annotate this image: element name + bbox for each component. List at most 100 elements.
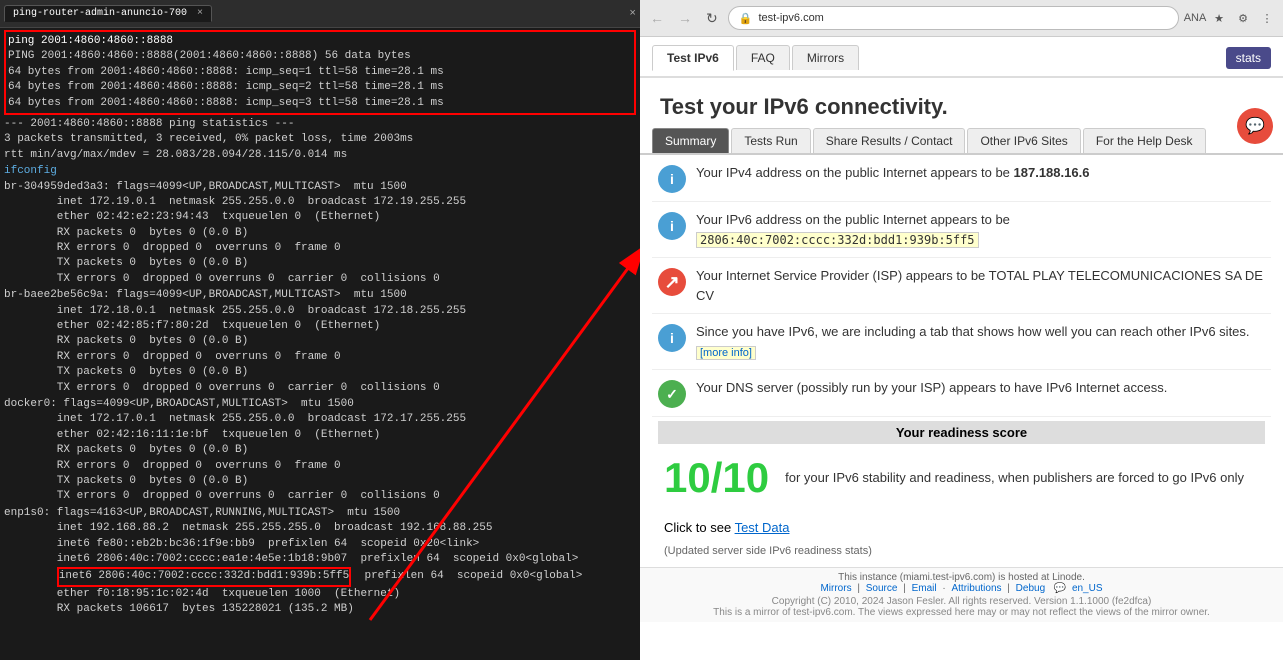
chat-icon[interactable]: 💬 [1237,108,1273,144]
terminal-line: 64 bytes from 2001:4860:4860::8888: icmp… [8,80,632,95]
browser-chrome: ← → ↻ 🔒 test-ipv6.com ANA ★ ⚙ ⋮ [640,0,1283,37]
browser-panel: ← → ↻ 🔒 test-ipv6.com ANA ★ ⚙ ⋮ Test IPv… [640,0,1283,660]
site-header: Test IPv6 FAQ Mirrors stats [640,37,1283,78]
tab-test-ipv6[interactable]: Test IPv6 [652,45,734,71]
terminal-tab-bar[interactable]: ping-router-admin-anuncio-700 × × [0,0,640,28]
terminal-line: inet 192.168.88.2 netmask 255.255.255.0 … [4,521,636,536]
bookmark-icon[interactable]: ★ [1209,8,1229,28]
tab-other-ipv6[interactable]: Other IPv6 Sites [967,128,1080,153]
terminal-line: 3 packets transmitted, 3 received, 0% pa… [4,132,636,147]
terminal-line: ether 02:42:e2:23:94:43 txqueuelen 0 (Et… [4,210,636,225]
readiness-header: Your readiness score [658,421,1265,444]
page-title: Test your IPv6 connectivity. [640,78,1283,128]
tab-info-row: i Since you have IPv6, we are including … [652,314,1271,370]
reload-button[interactable]: ↻ [702,8,722,29]
terminal-stats-section: --- 2001:4860:4860::8888 ping statistics… [4,117,636,163]
isp-text: Your Internet Service Provider (ISP) app… [696,266,1265,305]
terminal-line: 64 bytes from 2001:4860:4860::8888: icmp… [8,65,632,80]
readiness-description: for your IPv6 stability and readiness, w… [785,468,1244,488]
footer-links: Mirrors | Source | Email · Attributions … [648,583,1275,594]
updated-text: (Updated server side IPv6 readiness stat… [652,543,1271,559]
more-icon[interactable]: ⋮ [1257,8,1277,28]
footer-link-email[interactable]: Email [912,583,937,594]
back-button[interactable]: ← [646,8,668,28]
content-area: i Your IPv4 address on the public Intern… [640,155,1283,567]
tab-help-desk[interactable]: For the Help Desk [1083,128,1206,153]
dns-info-row: ✓ Your DNS server (possibly run by your … [652,370,1271,417]
terminal-line: RX packets 106617 bytes 135228021 (135.2… [4,602,636,617]
tab-info-text: Since you have IPv6, we are including a … [696,322,1265,361]
hosted-text: This instance (miami.test-ipv6.com) is h… [648,572,1275,583]
footer-link-debug[interactable]: Debug [1016,583,1045,594]
footer-copyright: Copyright (C) 2010, 2024 Jason Fesler. A… [648,596,1275,607]
footer-locale[interactable]: en_US [1072,583,1103,594]
dns-text: Your DNS server (possibly run by your IS… [696,378,1265,398]
terminal-line: TX packets 0 bytes 0 (0.0 B) [4,256,636,271]
terminal-line: RX errors 0 dropped 0 overruns 0 frame 0 [4,350,636,365]
terminal-line: inet 172.18.0.1 netmask 255.255.0.0 broa… [4,304,636,319]
test-data-text: Click to see [664,520,735,535]
browser-footer: This instance (miami.test-ipv6.com) is h… [640,567,1283,622]
forward-button[interactable]: → [674,8,696,28]
tab-mirrors[interactable]: Mirrors [792,45,859,70]
terminal-line: ether f0:18:95:1c:02:4d txqueuelen 1000 … [4,587,636,602]
address-text: test-ipv6.com [758,12,823,24]
info-icon-tab: i [658,324,686,352]
terminal-line: rtt min/avg/max/mdev = 28.083/28.094/28.… [4,148,636,163]
terminal-line: ping 2001:4860:4860::8888 [8,34,632,49]
terminal-line: RX errors 0 dropped 0 overruns 0 frame 0 [4,241,636,256]
ipv4-info-row: i Your IPv4 address on the public Intern… [652,155,1271,202]
site-nav-tabs: Test IPv6 FAQ Mirrors [652,45,859,70]
tab-share-results[interactable]: Share Results / Contact [813,128,966,153]
tab-summary[interactable]: Summary [652,128,729,153]
browser-icons: ANA ★ ⚙ ⋮ [1185,8,1277,28]
terminal-line: TX errors 0 dropped 0 overruns 0 carrier… [4,381,636,396]
terminal-line: ether 02:42:85:f7:80:2d txqueuelen 0 (Et… [4,319,636,334]
browser-content: Test your IPv6 connectivity. Summary Tes… [640,78,1283,660]
check-icon: ✓ [658,380,686,408]
terminal-line: RX errors 0 dropped 0 overruns 0 frame 0 [4,459,636,474]
footer-link-source[interactable]: Source [866,583,898,594]
terminal-line: enp1s0: flags=4163<UP,BROADCAST,RUNNING,… [4,506,636,521]
terminal-ping-box: ping 2001:4860:4860::8888 PING 2001:4860… [4,30,636,115]
terminal-line: ether 02:42:16:11:1e:bf txqueuelen 0 (Et… [4,428,636,443]
terminal-line: br-baee2be56c9a: flags=4099<UP,BROADCAST… [4,288,636,303]
terminal-line: TX packets 0 bytes 0 (0.0 B) [4,365,636,380]
site-title-row: Test IPv6 FAQ Mirrors stats [652,45,1271,70]
tab-faq[interactable]: FAQ [736,45,790,70]
readiness-score: 10/10 [664,454,769,502]
content-tabs: Summary Tests Run Share Results / Contac… [640,128,1283,155]
terminal-line: PING 2001:4860:4860::8888(2001:4860:4860… [8,49,632,64]
stats-button[interactable]: stats [1226,47,1271,69]
terminal-line: TX packets 0 bytes 0 (0.0 B) [4,474,636,489]
lock-icon: 🔒 [739,12,753,25]
arrow-icon: ↗ [658,268,686,296]
extension-icon[interactable]: ⚙ [1233,8,1253,28]
terminal-line: 64 bytes from 2001:4860:4860::8888: icmp… [8,96,632,111]
terminal-tab-active[interactable]: ping-router-admin-anuncio-700 × [4,5,212,22]
ipv6-text: Your IPv6 address on the public Internet… [696,210,1265,249]
test-data-link[interactable]: Test Data [735,520,790,535]
info-icon-ipv4: i [658,165,686,193]
address-bar[interactable]: 🔒 test-ipv6.com [728,6,1179,30]
translate-icon[interactable]: ANA [1185,8,1205,28]
terminal-content: ping 2001:4860:4860::8888 PING 2001:4860… [0,28,640,620]
terminal-line: br-304959ded3a3: flags=4099<UP,BROADCAST… [4,180,636,195]
terminal-line: TX errors 0 dropped 0 overruns 0 carrier… [4,489,636,504]
terminal-close-icon[interactable]: × [629,8,636,20]
tab-tests-run[interactable]: Tests Run [731,128,810,153]
footer-link-attributions[interactable]: Attributions [951,583,1001,594]
terminal-line: --- 2001:4860:4860::8888 ping statistics… [4,117,636,132]
footer-link-mirrors[interactable]: Mirrors [820,583,851,594]
test-data-row: Click to see Test Data [652,512,1271,543]
browser-nav-bar: ← → ↻ 🔒 test-ipv6.com ANA ★ ⚙ ⋮ [640,0,1283,36]
terminal-line: ifconfig [4,164,636,179]
terminal-line: inet6 fe80::eb2b:bc36:1f9e:bb9 prefixlen… [4,537,636,552]
ipv6-info-row: i Your IPv6 address on the public Intern… [652,202,1271,258]
terminal-line: docker0: flags=4099<UP,BROADCAST,MULTICA… [4,397,636,412]
chat-icon-symbol: 💬 [1245,116,1265,136]
terminal-line: RX packets 0 bytes 0 (0.0 B) [4,334,636,349]
terminal-line: inet 172.17.0.1 netmask 255.255.0.0 broa… [4,412,636,427]
readiness-body: 10/10 for your IPv6 stability and readin… [652,444,1271,512]
more-info-link[interactable]: [more info] [696,346,756,360]
